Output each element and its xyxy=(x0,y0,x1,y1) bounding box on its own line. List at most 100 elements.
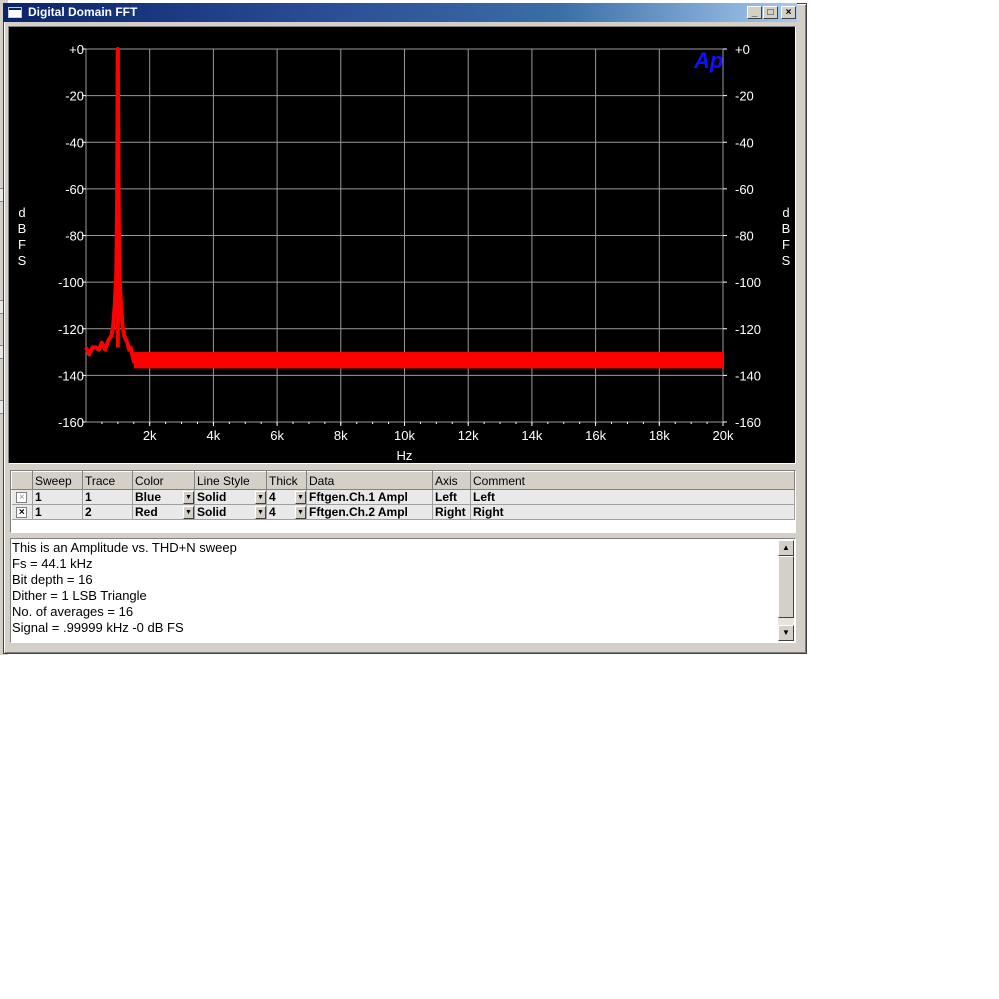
minimize-icon: _ xyxy=(751,7,758,18)
chevron-down-icon[interactable]: ▼ xyxy=(295,506,306,519)
y-tick-label-left: -40 xyxy=(65,135,84,150)
y-tick-label-right: -60 xyxy=(735,182,754,197)
fft-plot[interactable]: 2k 4k 6k 8k 10k 12k 14k 16k 18k 20k +0 +0 -20 -20 -40 -… xyxy=(8,26,796,464)
header-comment[interactable]: Comment xyxy=(470,471,795,490)
x-tick-label: 12k xyxy=(458,428,479,443)
header-check[interactable] xyxy=(11,471,33,490)
x-tick-label: 16k xyxy=(585,428,606,443)
chevron-down-icon[interactable]: ▼ xyxy=(255,491,266,504)
chevron-down-icon[interactable]: ▼ xyxy=(295,491,306,504)
thick-cell[interactable]: 4 ▼ xyxy=(266,489,307,505)
row-check-cell[interactable]: × xyxy=(11,504,33,520)
arrow-down-icon: ▼ xyxy=(782,628,790,637)
chevron-down-icon[interactable]: ▼ xyxy=(183,506,194,519)
y-tick-label-left: -80 xyxy=(65,229,84,244)
header-sweep[interactable]: Sweep xyxy=(32,471,83,490)
header-data[interactable]: Data xyxy=(306,471,433,490)
comment-cell[interactable]: Right xyxy=(470,504,795,520)
x-tick-label: 10k xyxy=(394,428,415,443)
notes-line: This is an Amplitude vs. THD+N sweep xyxy=(12,540,237,555)
trace-cell[interactable]: 2 xyxy=(82,504,133,520)
y-tick-label-left: -100 xyxy=(58,275,84,290)
scroll-thumb[interactable] xyxy=(778,556,794,618)
sweep-cell[interactable]: 1 xyxy=(32,489,83,505)
maximize-button[interactable]: □ xyxy=(763,6,778,19)
fft-chart-svg[interactable]: 2k 4k 6k 8k 10k 12k 14k 16k 18k 20k +0 +0 -20 -20 -40 -… xyxy=(8,26,796,464)
scroll-up-button[interactable]: ▲ xyxy=(778,540,794,556)
trace-table[interactable]: Sweep Trace Color Line Style Thick Data … xyxy=(10,470,796,533)
y-tick-label-right: -160 xyxy=(735,415,761,430)
color-value: Red xyxy=(135,505,158,519)
notes-lines: This is an Amplitude vs. THD+N sweep Fs … xyxy=(12,540,237,636)
arrow-up-icon: ▲ xyxy=(782,543,790,552)
left-axis-label-char: F xyxy=(18,237,26,252)
y-tick-label-right: -80 xyxy=(735,229,754,244)
color-cell[interactable]: Blue ▼ xyxy=(132,489,195,505)
thick-cell[interactable]: 4 ▼ xyxy=(266,504,307,520)
x-tick-label: 20k xyxy=(713,428,734,443)
x-axis-label: Hz xyxy=(397,448,413,463)
chevron-down-icon[interactable]: ▼ xyxy=(255,506,266,519)
header-line-style[interactable]: Line Style xyxy=(194,471,267,490)
left-axis-label-char: d xyxy=(18,205,25,220)
right-axis-label-char: d xyxy=(782,205,789,220)
data-cell[interactable]: Fftgen.Ch.1 Ampl xyxy=(306,489,433,505)
comment-cell[interactable]: Left xyxy=(470,489,795,505)
table-header-row: Sweep Trace Color Line Style Thick Data … xyxy=(11,471,795,490)
y-tick-label-left: -140 xyxy=(58,368,84,383)
x-tick-label: 14k xyxy=(521,428,542,443)
y-tick-label-left: -120 xyxy=(58,322,84,337)
y-tick-label-left: -60 xyxy=(65,182,84,197)
x-tick-label: 18k xyxy=(649,428,670,443)
close-icon: × xyxy=(785,7,792,18)
notes-textbox[interactable]: This is an Amplitude vs. THD+N sweep Fs … xyxy=(10,538,796,643)
y-tick-label-right: -100 xyxy=(735,275,761,290)
line-style-value: Solid xyxy=(197,490,227,504)
notes-line: Bit depth = 16 xyxy=(12,572,93,587)
thick-value: 4 xyxy=(269,490,276,504)
axis-cell[interactable]: Right xyxy=(432,504,471,520)
notes-line: Dither = 1 LSB Triangle xyxy=(12,588,147,603)
data-cell[interactable]: Fftgen.Ch.2 Ampl xyxy=(306,504,433,520)
x-tick-label: 6k xyxy=(270,428,284,443)
line-style-cell[interactable]: Solid ▼ xyxy=(194,504,267,520)
y-tick-label-left: +0 xyxy=(69,42,84,57)
header-trace[interactable]: Trace xyxy=(82,471,133,490)
axis-cell[interactable]: Left xyxy=(432,489,471,505)
close-button[interactable]: × xyxy=(781,6,796,19)
line-style-cell[interactable]: Solid ▼ xyxy=(194,489,267,505)
row-check-cell[interactable]: × xyxy=(11,489,33,505)
minimize-button[interactable]: _ xyxy=(747,6,762,19)
y-tick-label-right: +0 xyxy=(735,42,750,57)
header-thick[interactable]: Thick xyxy=(266,471,307,490)
y-tick-label-left: -20 xyxy=(65,89,84,104)
notes-line: Fs = 44.1 kHz xyxy=(12,556,93,571)
y-tick-label-right: -20 xyxy=(735,89,754,104)
left-axis-label-char: B xyxy=(18,221,27,236)
window-icon[interactable] xyxy=(8,7,22,18)
y-tick-label-right: -140 xyxy=(735,368,761,383)
scroll-down-button[interactable]: ▼ xyxy=(778,625,794,641)
color-cell[interactable]: Red ▼ xyxy=(132,504,195,520)
thick-value: 4 xyxy=(269,505,276,519)
trace-enable-checkbox[interactable]: × xyxy=(16,492,28,504)
chevron-down-icon[interactable]: ▼ xyxy=(183,491,194,504)
right-axis-label-char: B xyxy=(782,221,791,236)
x-tick-label: 2k xyxy=(143,428,157,443)
title-bar[interactable]: Digital Domain FFT _ □ × xyxy=(3,3,797,22)
trace-cell[interactable]: 1 xyxy=(82,489,133,505)
right-axis-label-char: F xyxy=(782,237,790,252)
y-tick-label-left: -160 xyxy=(58,415,84,430)
right-axis-label-char: S xyxy=(782,253,791,268)
maximize-icon: □ xyxy=(767,7,774,18)
sweep-cell[interactable]: 1 xyxy=(32,504,83,520)
y-tick-label-right: -40 xyxy=(735,135,754,150)
notes-line: No. of averages = 16 xyxy=(12,604,134,619)
header-color[interactable]: Color xyxy=(132,471,195,490)
trace-enable-checkbox[interactable]: × xyxy=(16,507,28,519)
table-row[interactable]: × 1 2 Red ▼ Solid ▼ 4 ▼ Fftgen.Ch.2 Ampl Ri… xyxy=(11,504,795,520)
notes-scrollbar[interactable]: ▲ ▼ xyxy=(778,540,794,641)
color-value: Blue xyxy=(135,490,162,504)
header-axis[interactable]: Axis xyxy=(432,471,471,490)
table-row[interactable]: × 1 1 Blue ▼ Solid ▼ 4 ▼ Fftgen.Ch.1 Ampl L… xyxy=(11,489,795,505)
